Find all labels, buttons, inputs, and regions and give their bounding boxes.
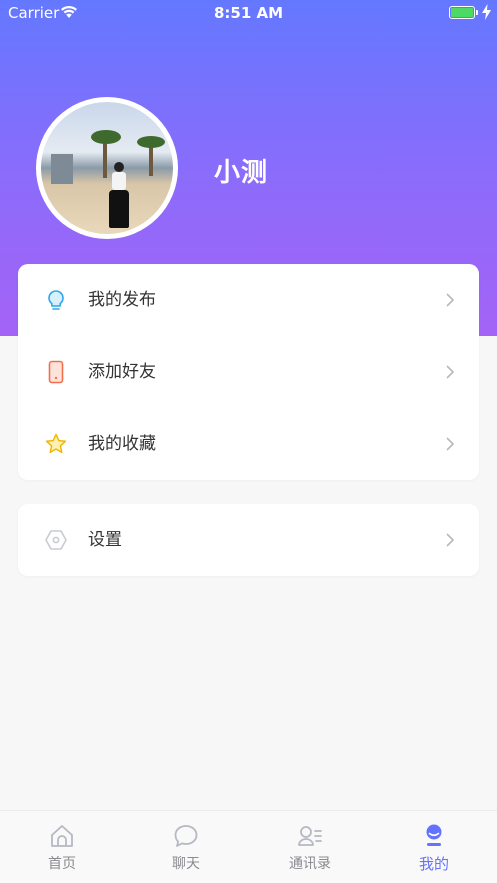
menu-item-label: 设置 — [88, 530, 122, 550]
menu-item-favorites[interactable]: 我的收藏 — [18, 408, 479, 480]
charging-bolt-icon — [482, 4, 491, 20]
clock: 8:51 AM — [213, 4, 284, 22]
menu-item-label: 我的收藏 — [88, 434, 156, 454]
tab-label: 聊天 — [172, 856, 200, 872]
tab-label: 通讯录 — [289, 856, 331, 872]
profile-icon — [426, 824, 442, 846]
star-icon — [45, 433, 67, 454]
menu-item-label: 添加好友 — [88, 362, 156, 382]
status-bar: Carrier 8:51 AM — [0, 0, 497, 26]
tab-chat[interactable]: 聊天 — [124, 811, 248, 883]
tab-profile[interactable]: 我的 — [372, 811, 496, 883]
menu-item-my-posts[interactable]: 我的发布 — [18, 264, 479, 336]
chevron-right-icon — [446, 437, 455, 451]
tab-bar: 首页 聊天 通讯录 我的 — [0, 810, 497, 883]
menu-card-primary: 我的发布 添加好友 我的收藏 — [18, 264, 479, 480]
battery-icon — [449, 6, 478, 19]
menu-item-settings[interactable]: 设置 — [18, 504, 479, 576]
tab-contacts[interactable]: 通讯录 — [248, 811, 372, 883]
username: 小测 — [214, 158, 269, 188]
tab-label: 首页 — [48, 856, 76, 872]
hexagon-settings-icon — [45, 530, 67, 550]
tab-label: 我的 — [418, 855, 449, 873]
lightbulb-icon — [48, 290, 64, 310]
avatar[interactable] — [36, 97, 178, 239]
phone-icon — [48, 360, 64, 384]
chevron-right-icon — [446, 293, 455, 307]
chat-icon — [174, 825, 198, 847]
avatar-photo — [41, 102, 173, 234]
chevron-right-icon — [446, 365, 455, 379]
tab-home[interactable]: 首页 — [0, 811, 124, 883]
menu-item-label: 我的发布 — [88, 290, 156, 310]
home-icon — [51, 825, 73, 847]
contacts-icon — [298, 826, 322, 846]
menu-card-secondary: 设置 — [18, 504, 479, 576]
menu-item-add-friend[interactable]: 添加好友 — [18, 336, 479, 408]
chevron-right-icon — [446, 533, 455, 547]
